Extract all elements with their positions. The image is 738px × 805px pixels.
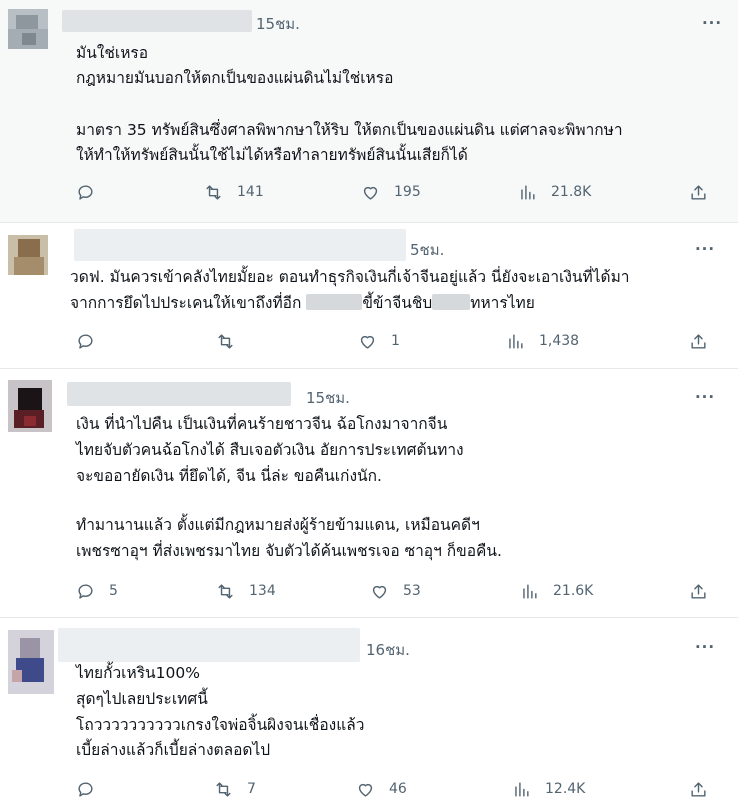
repost-icon <box>218 583 233 599</box>
more-icon[interactable]: ··· <box>693 388 717 406</box>
post-time[interactable]: 5ชม. <box>410 238 444 262</box>
heart-icon <box>358 783 373 797</box>
avatar[interactable] <box>8 235 48 275</box>
views-icon <box>515 781 529 797</box>
views-icon <box>509 333 523 349</box>
post-2[interactable]: 5ชม. ··· วดฟ. มันควรเข้าคลังไทยมั้ยอะ ตอ… <box>0 223 738 368</box>
views-icon <box>523 583 537 599</box>
post-text-line: จะขออายัดเงิน ที่ยึดได้, จีน นี่ล่ะ ขอคื… <box>76 467 382 485</box>
share-button[interactable] <box>689 581 708 601</box>
like-button[interactable]: 1 <box>358 331 400 351</box>
repost-icon <box>206 184 221 200</box>
avatar[interactable] <box>8 9 48 49</box>
post-text-line: เพชรซาอุฯ ที่ส่งเพชรมาไทย จับตัวได้ค้นเพ… <box>76 542 502 560</box>
author-name-redacted <box>74 229 406 261</box>
post-text-line: โถววววววววววเกรงใจพ่อจิ้นผิงจนเชื่องแล้ว <box>76 716 365 734</box>
more-icon[interactable]: ··· <box>700 14 724 32</box>
redacted-text <box>432 294 471 310</box>
reply-button[interactable] <box>76 331 109 351</box>
like-button[interactable]: 53 <box>370 581 421 601</box>
post-time[interactable]: 15ชม. <box>306 386 350 410</box>
repost-button[interactable]: 134 <box>216 581 276 601</box>
share-button[interactable] <box>689 331 708 351</box>
avatar[interactable] <box>8 630 54 694</box>
like-button[interactable]: 195 <box>361 182 421 202</box>
more-icon[interactable]: ··· <box>693 638 717 656</box>
post-text-line: มาตรา 35 ทรัพย์สินซึ่งศาลพิพากษาให้ริบ ใ… <box>76 121 623 139</box>
heart-icon <box>360 335 375 349</box>
more-icon[interactable]: ··· <box>693 240 717 258</box>
post-text-line: ไทยกั้วเหริน100% <box>76 664 200 682</box>
share-button[interactable] <box>689 779 708 799</box>
views-button[interactable]: 12.4K <box>512 779 585 799</box>
reply-button[interactable] <box>76 182 109 202</box>
views-button[interactable]: 1,438 <box>506 331 579 351</box>
like-button[interactable]: 46 <box>356 779 407 799</box>
share-icon <box>691 781 706 797</box>
author-name-redacted <box>62 10 252 32</box>
share-icon <box>691 583 706 599</box>
reply-button[interactable] <box>76 779 109 799</box>
author-name-redacted <box>67 382 291 406</box>
share-button[interactable] <box>689 182 708 202</box>
post-time[interactable]: 16ชม. <box>366 638 410 662</box>
post-1[interactable]: 15ชม. ··· มันใช่เหรอ กฎหมายมันบอกให้ตกเป… <box>0 0 738 222</box>
reply-icon <box>78 583 93 599</box>
heart-icon <box>363 186 378 200</box>
post-text-line: ไทยจับตัวคนฉ้อโกงได้ สืบเจอตัวเงิน อัยกา… <box>76 441 464 459</box>
avatar[interactable] <box>8 380 52 432</box>
post-text-line: สุดๆไปเลยประเทศนี้ <box>76 690 208 708</box>
post-text-line: เบี้ยล่างแล้วก็เบี้ยล่างตลอดไป <box>76 741 271 759</box>
post-4[interactable]: 16ชม. ··· ไทยกั้วเหริน100% สุดๆไปเลยประเ… <box>0 618 738 805</box>
reply-icon <box>78 781 93 797</box>
reply-icon <box>78 333 93 349</box>
views-icon <box>521 184 535 200</box>
author-name-redacted <box>58 628 360 662</box>
post-text-line: จากการยึดไปประเคนให้เขาถึงที่อีก ขี้ข้าจ… <box>70 294 535 312</box>
repost-icon <box>218 333 233 349</box>
repost-button[interactable] <box>216 331 249 351</box>
share-icon <box>691 184 706 200</box>
views-button[interactable]: 21.8K <box>518 182 591 202</box>
reply-button[interactable]: 5 <box>76 581 118 601</box>
redacted-text <box>306 294 363 310</box>
post-text-line: วดฟ. มันควรเข้าคลังไทยมั้ยอะ ตอนทำธุรกิจ… <box>70 268 630 286</box>
heart-icon <box>372 585 387 599</box>
post-text-line: ทำมานานแล้ว ตั้งแต่มีกฎหมายส่งผู้ร้ายข้า… <box>76 516 480 534</box>
post-text-line: กฎหมายมันบอกให้ตกเป็นของแผ่นดินไม่ใช่เหร… <box>76 69 394 87</box>
repost-button[interactable]: 141 <box>204 182 264 202</box>
share-icon <box>691 333 706 349</box>
views-button[interactable]: 21.6K <box>520 581 593 601</box>
post-text-line: ให้ทำให้ทรัพย์สินนั้นใช้ไม่ได้หรือทำลายท… <box>76 146 468 164</box>
repost-button[interactable]: 7 <box>214 779 256 799</box>
repost-icon <box>216 781 231 797</box>
post-3[interactable]: 15ชม. ··· เงิน ที่นำไปคืน เป็นเงินที่คนร… <box>0 369 738 617</box>
reply-icon <box>78 184 93 200</box>
post-text-line: เงิน ที่นำไปคืน เป็นเงินที่คนร้ายชาวจีน … <box>76 415 448 433</box>
post-time[interactable]: 15ชม. <box>256 12 300 36</box>
post-text-line: มันใช่เหรอ <box>76 44 149 62</box>
